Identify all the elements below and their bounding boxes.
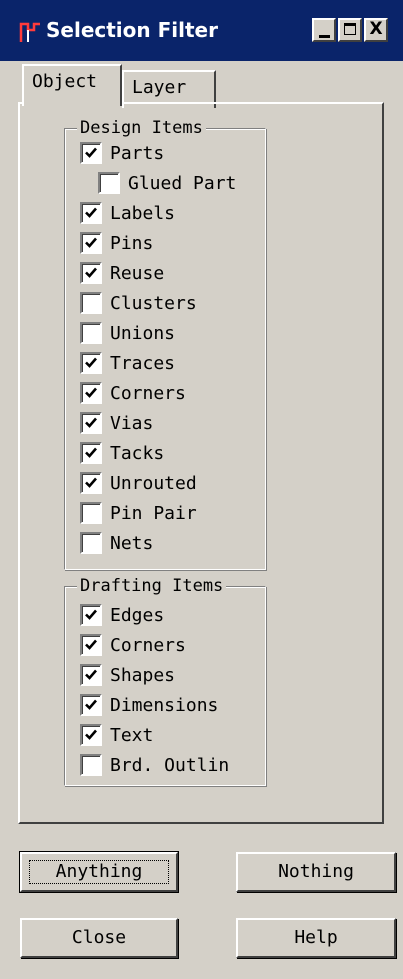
maximize-button[interactable]: [338, 18, 362, 42]
design-checkbox-traces[interactable]: Traces: [80, 350, 260, 378]
design-checkbox-nets[interactable]: Nets: [80, 530, 260, 558]
drafting-label-brd-outlin: Brd. Outlin: [110, 755, 230, 776]
close-icon: X: [369, 19, 383, 39]
checkbox-checked-icon[interactable]: [80, 694, 102, 716]
design-label-unions: Unions: [110, 323, 176, 344]
drafting-label-text: Text: [110, 725, 154, 746]
checkbox-unchecked-icon[interactable]: [80, 532, 102, 554]
checkbox-checked-icon[interactable]: [80, 352, 102, 374]
checkbox-checked-icon[interactable]: [80, 664, 102, 686]
minimize-icon: [319, 35, 330, 38]
anything-button[interactable]: Anything: [19, 851, 179, 893]
design-checkbox-glued-part[interactable]: Glued Part: [98, 170, 278, 198]
tab-layer-label: Layer: [132, 77, 187, 98]
design-label-clusters: Clusters: [110, 293, 197, 314]
checkbox-unchecked-icon[interactable]: [98, 172, 120, 194]
design-label-pins: Pins: [110, 233, 154, 254]
checkbox-checked-icon[interactable]: [80, 412, 102, 434]
checkbox-checked-icon[interactable]: [80, 232, 102, 254]
design-label-tacks: Tacks: [110, 443, 165, 464]
checkbox-checked-icon[interactable]: [80, 382, 102, 404]
drafting-checkbox-text[interactable]: Text: [80, 722, 260, 750]
design-checkbox-tacks[interactable]: Tacks: [80, 440, 260, 468]
minimize-button[interactable]: [312, 18, 336, 42]
design-checkbox-unions[interactable]: Unions: [80, 320, 260, 348]
window-title: Selection Filter: [46, 18, 218, 42]
checkbox-unchecked-icon[interactable]: [80, 502, 102, 524]
tab-object[interactable]: Object: [22, 64, 122, 106]
drafting-checkbox-brd-outlin[interactable]: Brd. Outlin: [80, 752, 260, 780]
checkbox-checked-icon[interactable]: [80, 724, 102, 746]
design-label-nets: Nets: [110, 533, 154, 554]
design-checkbox-clusters[interactable]: Clusters: [80, 290, 260, 318]
design-label-glued-part: Glued Part: [128, 173, 237, 194]
drafting-label-corners: Corners: [110, 635, 186, 656]
design-checkbox-pins[interactable]: Pins: [80, 230, 260, 258]
design-checkbox-vias[interactable]: Vias: [80, 410, 260, 438]
checkbox-checked-icon[interactable]: [80, 202, 102, 224]
design-checkbox-pin-pair[interactable]: Pin Pair: [80, 500, 260, 528]
design-checkbox-corners[interactable]: Corners: [80, 380, 260, 408]
drafting-checkbox-dimensions[interactable]: Dimensions: [80, 692, 260, 720]
design-label-traces: Traces: [110, 353, 176, 374]
drafting-checkbox-corners[interactable]: Corners: [80, 632, 260, 660]
drafting-label-dimensions: Dimensions: [110, 695, 219, 716]
design-label-pin-pair: Pin Pair: [110, 503, 197, 524]
drafting-checkbox-shapes[interactable]: Shapes: [80, 662, 260, 690]
design-label-corners: Corners: [110, 383, 186, 404]
tab-object-label: Object: [32, 71, 98, 92]
help-button[interactable]: Help: [236, 918, 396, 958]
design-items-legend: Design Items: [77, 117, 206, 139]
maximize-icon: [344, 23, 356, 35]
checkbox-unchecked-icon[interactable]: [80, 292, 102, 314]
window-close-button[interactable]: X: [364, 18, 388, 42]
checkbox-checked-icon[interactable]: [80, 142, 102, 164]
design-checkbox-labels[interactable]: Labels: [80, 200, 260, 228]
app-icon: [18, 20, 42, 44]
checkbox-checked-icon[interactable]: [80, 262, 102, 284]
checkbox-checked-icon[interactable]: [80, 472, 102, 494]
design-label-labels: Labels: [110, 203, 176, 224]
design-label-vias: Vias: [110, 413, 154, 434]
drafting-items-legend: Drafting Items: [77, 575, 227, 597]
title-bar[interactable]: Selection Filter X: [0, 0, 403, 62]
drafting-checkbox-edges[interactable]: Edges: [80, 602, 260, 630]
nothing-button-label: Nothing: [278, 861, 354, 882]
help-button-label: Help: [294, 927, 338, 948]
nothing-button[interactable]: Nothing: [236, 852, 396, 892]
design-checkbox-parts[interactable]: Parts: [80, 140, 260, 168]
design-label-parts: Parts: [110, 143, 165, 164]
checkbox-checked-icon[interactable]: [80, 604, 102, 626]
design-label-unrouted: Unrouted: [110, 473, 197, 494]
checkbox-unchecked-icon[interactable]: [80, 322, 102, 344]
drafting-label-edges: Edges: [110, 605, 165, 626]
close-button[interactable]: Close: [20, 918, 178, 958]
checkbox-checked-icon[interactable]: [80, 442, 102, 464]
drafting-label-shapes: Shapes: [110, 665, 176, 686]
checkbox-unchecked-icon[interactable]: [80, 754, 102, 776]
design-checkbox-reuse[interactable]: Reuse: [80, 260, 260, 288]
design-label-reuse: Reuse: [110, 263, 165, 284]
close-button-label: Close: [71, 927, 127, 948]
design-checkbox-unrouted[interactable]: Unrouted: [80, 470, 260, 498]
focus-rect: [29, 860, 169, 884]
checkbox-checked-icon[interactable]: [80, 634, 102, 656]
